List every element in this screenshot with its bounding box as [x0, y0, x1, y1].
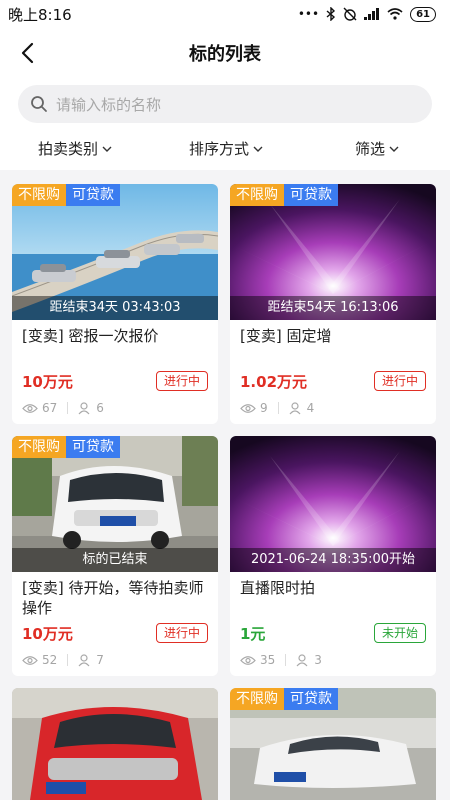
tag-unlimited: 不限购 [12, 184, 66, 206]
bidder-count: 7 [96, 653, 104, 667]
card-stats: 52 7 [12, 646, 218, 670]
filter-label: 筛选 [355, 140, 386, 158]
alarm-off-icon [343, 7, 357, 21]
cell-signal-icon [364, 8, 380, 20]
card-title: [变卖] 待开始，等待拍卖师操作 [22, 579, 204, 617]
auction-card[interactable]: 不限购 可贷款 距结束54天 16:13:06 [变卖] 固定增 1.02万元 … [230, 184, 436, 424]
card-price: 1元 [240, 624, 266, 643]
aurora-image: 不限购 可贷款 距结束54天 16:13:06 [230, 184, 436, 320]
filter-label: 排序方式 [189, 140, 250, 158]
auction-card[interactable]: 不限购 可贷款 距结束34天 03:43:03 [变卖] 密报一次报价 10万元… [12, 184, 218, 424]
filter-sort-method[interactable]: 排序方式 [189, 138, 263, 159]
tag-unlimited: 不限购 [230, 688, 284, 710]
eye-icon [22, 655, 38, 665]
card-tags: 不限购 可贷款 [12, 184, 120, 206]
auction-card[interactable] [12, 688, 218, 800]
view-count: 52 [42, 653, 58, 667]
card-stats: 9 4 [230, 394, 436, 418]
white-van-image: 不限购 可贷款 标的已结束 [12, 436, 218, 572]
tag-loanable: 可贷款 [66, 184, 120, 206]
white-sedan-image: 不限购 可贷款 [230, 688, 436, 800]
status-badge: 进行中 [373, 371, 426, 391]
card-title: [变卖] 固定增 [240, 327, 332, 345]
bidder-count: 3 [314, 653, 322, 667]
tag-loanable: 可贷款 [284, 184, 338, 206]
red-smart-car-image [12, 688, 218, 800]
search-area: 请输入标的名称 [0, 78, 450, 130]
tag-loanable: 可贷款 [284, 688, 338, 710]
status-icons: ••• 61 [297, 6, 436, 22]
status-time: 晚上8:16 [8, 5, 72, 24]
card-stats: 35 3 [230, 646, 436, 670]
card-title: 直播限时拍 [240, 579, 316, 597]
signal-dots: ••• [297, 7, 320, 21]
filter-auction-category[interactable]: 拍卖类别 [38, 138, 112, 159]
card-tags: 不限购 可贷款 [230, 688, 338, 710]
auction-card[interactable]: 不限购 可贷款 标的已结束 [变卖] 待开始，等待拍卖师操作 10万元 进行中 … [12, 436, 218, 676]
countdown-bar: 距结束54天 16:13:06 [230, 296, 436, 320]
user-icon [289, 401, 301, 414]
filter-bar: 拍卖类别 排序方式 筛选 [0, 130, 450, 170]
card-tags: 不限购 可贷款 [230, 184, 338, 206]
status-bar: 晚上8:16 ••• 61 [0, 0, 450, 28]
nav-bar: 标的列表 [0, 28, 450, 78]
user-icon [78, 401, 90, 414]
status-badge: 进行中 [155, 623, 208, 643]
countdown-bar: 标的已结束 [12, 548, 218, 572]
bidder-count: 4 [306, 401, 315, 415]
eye-icon [22, 403, 38, 413]
battery-indicator: 61 [410, 6, 436, 22]
bridge-cars-image: 不限购 可贷款 距结束34天 03:43:03 [12, 184, 218, 320]
eye-icon [240, 655, 256, 665]
status-badge: 进行中 [155, 371, 208, 391]
chevron-left-icon [21, 42, 34, 64]
card-price: 1.02万元 [240, 372, 308, 391]
tag-unlimited: 不限购 [12, 436, 66, 458]
view-count: 9 [260, 401, 268, 415]
card-tags: 不限购 可贷款 [12, 436, 120, 458]
chevron-down-icon [253, 146, 263, 152]
chevron-down-icon [102, 146, 112, 152]
back-button[interactable] [12, 38, 42, 68]
bidder-count: 6 [96, 401, 104, 415]
eye-icon [240, 403, 256, 413]
aurora-image: 2021-06-24 18:35:00开始 [230, 436, 436, 572]
countdown-bar: 距结束34天 03:43:03 [12, 296, 218, 320]
user-icon [78, 653, 90, 666]
auction-card[interactable]: 不限购 可贷款 [230, 688, 436, 800]
view-count: 67 [42, 401, 58, 415]
search-placeholder: 请输入标的名称 [56, 95, 162, 114]
card-title: [变卖] 密报一次报价 [22, 327, 159, 345]
tag-loanable: 可贷款 [66, 436, 120, 458]
tag-unlimited: 不限购 [230, 184, 284, 206]
auction-card[interactable]: 2021-06-24 18:35:00开始 直播限时拍 1元 未开始 35 3 [230, 436, 436, 676]
wifi-icon [387, 8, 403, 20]
filter-label: 拍卖类别 [38, 140, 99, 158]
user-check-icon [296, 653, 308, 666]
view-count: 35 [260, 653, 276, 667]
search-input[interactable]: 请输入标的名称 [18, 85, 432, 123]
card-price: 10万元 [22, 624, 73, 643]
bluetooth-icon [326, 7, 336, 21]
page-title: 标的列表 [189, 44, 261, 65]
status-badge: 未开始 [373, 623, 426, 643]
filter-screen[interactable]: 筛选 [355, 138, 399, 159]
search-icon [31, 96, 47, 112]
start-time-bar: 2021-06-24 18:35:00开始 [230, 548, 436, 572]
card-stats: 67 6 [12, 394, 218, 418]
chevron-down-icon [389, 146, 399, 152]
card-price: 10万元 [22, 372, 73, 391]
